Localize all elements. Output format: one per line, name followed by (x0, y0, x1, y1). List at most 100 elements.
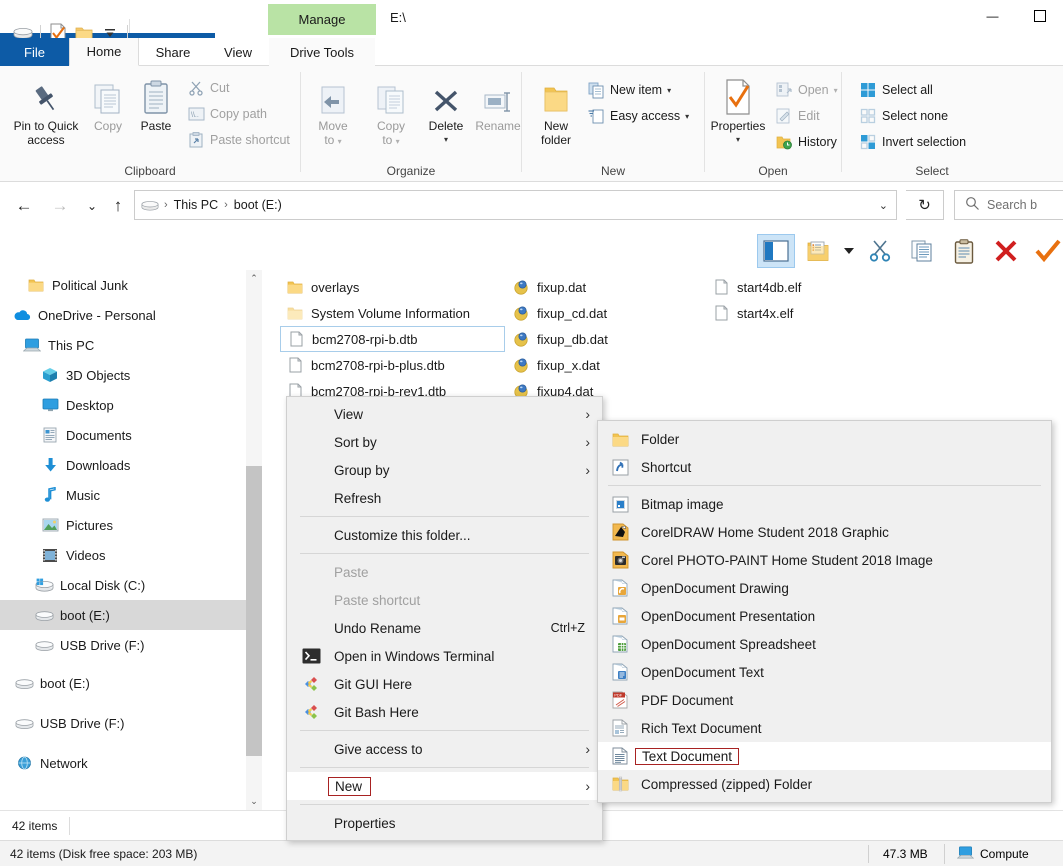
submenu-item-coreldraw-graphic[interactable]: CorelDRAW Home Student 2018 Graphic (598, 518, 1051, 546)
delete-caret-icon[interactable]: ▾ (444, 133, 448, 147)
ctx-item-view[interactable]: View › (287, 400, 602, 428)
cut-scissors-icon[interactable] (861, 234, 899, 268)
ctx-item-properties[interactable]: Properties (287, 809, 602, 837)
scroll-up-arrow-icon[interactable]: ⌃ (246, 270, 262, 287)
submenu-item-opendocument-spreadsheet[interactable]: OpenDocument Spreadsheet (598, 630, 1051, 658)
new-folder-button[interactable]: New folder (528, 74, 584, 147)
ctx-item-group-by[interactable]: Group by › (287, 456, 602, 484)
scrollbar-thumb[interactable] (246, 466, 262, 756)
file-item-fixup-cd-dat[interactable]: fixup_cd.dat (506, 300, 691, 326)
forward-button[interactable]: → (48, 194, 72, 218)
cut-button[interactable]: Cut (187, 77, 229, 99)
file-item-system-volume-information[interactable]: System Volume Information (280, 300, 505, 326)
breadcrumb-this-pc[interactable]: This PC (171, 198, 221, 212)
folder-options-icon[interactable] (799, 234, 837, 268)
file-item-bcm2708-rpi-b-dtb[interactable]: bcm2708-rpi-b.dtb (280, 326, 505, 352)
nav-item-this-pc[interactable]: This PC (0, 330, 246, 360)
easy-access-button[interactable]: Easy access ▾ (587, 105, 689, 127)
select-all-button[interactable]: Select all (859, 79, 933, 101)
navigation-pane-scrollbar[interactable]: ⌃ ⌄ (246, 270, 262, 810)
delete-button[interactable]: Delete ▾ (419, 74, 473, 147)
nav-item-music[interactable]: Music (0, 480, 246, 510)
ctx-item-sort-by[interactable]: Sort by › (287, 428, 602, 456)
file-item-fixup-dat[interactable]: fixup.dat (506, 274, 691, 300)
ctx-item-git-bash-here[interactable]: Git Bash Here (287, 698, 602, 726)
select-none-button[interactable]: Select none (859, 105, 948, 127)
submenu-item-opendocument-presentation[interactable]: OpenDocument Presentation (598, 602, 1051, 630)
tab-share[interactable]: Share (139, 38, 207, 66)
nav-item-downloads[interactable]: Downloads (0, 450, 246, 480)
move-to-caret-icon[interactable]: ▾ (338, 137, 342, 146)
file-item-overlays[interactable]: overlays (280, 274, 505, 300)
address-bar[interactable]: › This PC › boot (E:) ⌄ (134, 190, 897, 220)
up-button[interactable]: ↑ (106, 194, 130, 218)
breadcrumb-boot-e[interactable]: boot (E:) (231, 198, 285, 212)
nav-item-usb-drive-f-root[interactable]: USB Drive (F:) (0, 708, 246, 738)
submenu-item-bitmap-image[interactable]: Bitmap image (598, 490, 1051, 518)
scroll-down-arrow-icon[interactable]: ⌄ (246, 793, 262, 810)
search-box[interactable]: Search b (954, 190, 1063, 220)
submenu-item-opendocument-text[interactable]: OpenDocument Text (598, 658, 1051, 686)
submenu-item-rich-text-document[interactable]: Rich Text Document (598, 714, 1051, 742)
ctx-item-git-gui-here[interactable]: Git GUI Here (287, 670, 602, 698)
submenu-item-folder[interactable]: Folder (598, 425, 1051, 453)
tab-view[interactable]: View (207, 38, 269, 66)
file-item-fixup-x-dat[interactable]: fixup_x.dat (506, 352, 691, 378)
file-item-start4x-elf[interactable]: start4x.elf (706, 300, 886, 326)
tab-home[interactable]: Home (69, 38, 139, 66)
ctx-item-undo-rename[interactable]: Undo Rename Ctrl+Z (287, 614, 602, 642)
submenu-item-corel-photopaint-image[interactable]: Corel PHOTO-PAINT Home Student 2018 Imag… (598, 546, 1051, 574)
recent-locations-button[interactable]: ⌄ (80, 194, 104, 218)
ctx-item-paste-shortcut[interactable]: Paste shortcut (287, 586, 602, 614)
rename-button[interactable]: Rename (471, 74, 525, 133)
new-item-caret-icon[interactable]: ▾ (667, 86, 671, 95)
ctx-item-customize-this-folder[interactable]: Customize this folder... (287, 521, 602, 549)
submenu-item-opendocument-drawing[interactable]: OpenDocument Drawing (598, 574, 1051, 602)
ctx-item-give-access-to[interactable]: Give access to › (287, 735, 602, 763)
new-item-button[interactable]: New item ▾ (587, 79, 671, 101)
ctx-item-paste[interactable]: Paste (287, 558, 602, 586)
tab-drive-tools[interactable]: Drive Tools (269, 38, 375, 66)
nav-item-desktop[interactable]: Desktop (0, 390, 246, 420)
paste-button[interactable]: Paste (130, 74, 182, 133)
properties-button[interactable]: Properties ▾ (700, 74, 776, 147)
contextual-tab-manage[interactable]: Manage (268, 4, 376, 35)
file-item-fixup-db-dat[interactable]: fixup_db.dat (506, 326, 691, 352)
paste-clipboard-icon[interactable] (945, 234, 983, 268)
invert-selection-button[interactable]: Invert selection (859, 131, 966, 153)
ctx-item-refresh[interactable]: Refresh (287, 484, 602, 512)
refresh-button[interactable]: ↻ (906, 190, 944, 220)
edit-button[interactable]: Edit (775, 105, 820, 127)
confirm-orange-check-icon[interactable] (1029, 234, 1063, 268)
file-item-start4db-elf[interactable]: start4db.elf (706, 274, 886, 300)
nav-item-3d-objects[interactable]: 3D Objects (0, 360, 246, 390)
copy-to-caret-icon[interactable]: ▾ (396, 137, 400, 146)
paste-shortcut-button[interactable]: Paste shortcut (187, 129, 290, 151)
nav-item-usb-drive-f-child[interactable]: USB Drive (F:) (0, 630, 246, 660)
nav-item-boot-e-root[interactable]: boot (E:) (0, 668, 246, 698)
ctx-item-open-in-windows-terminal[interactable]: Open in Windows Terminal (287, 642, 602, 670)
nav-item-videos[interactable]: Videos (0, 540, 246, 570)
nav-item-documents[interactable]: Documents (0, 420, 246, 450)
ctx-item-new[interactable]: New › (287, 772, 602, 800)
nav-item-local-disk-c[interactable]: Local Disk (C:) (0, 570, 246, 600)
submenu-item-text-document[interactable]: Text Document (598, 742, 1051, 770)
nav-item-boot-e-child[interactable]: boot (E:) (0, 600, 246, 630)
context-menu[interactable]: View › Sort by › Group by › Refresh Cust… (286, 396, 603, 841)
submenu-item-pdf-document[interactable]: PDF PDF Document (598, 686, 1051, 714)
open-button[interactable]: Open ▾ (775, 79, 838, 101)
maximize-button[interactable] (1016, 0, 1063, 32)
delete-red-x-icon[interactable] (987, 234, 1025, 268)
back-button[interactable]: ← (12, 194, 36, 218)
new-submenu[interactable]: Folder Shortcut Bitmap image CorelDRAW H… (597, 420, 1052, 803)
pin-to-quick-access-button[interactable]: Pin to Quick access (8, 74, 84, 147)
easy-access-caret-icon[interactable]: ▾ (685, 112, 689, 121)
nav-item-political-junk[interactable]: Political Junk (0, 270, 246, 300)
minimize-button[interactable]: — (969, 0, 1016, 32)
submenu-item-compressed-zipped-folder[interactable]: Compressed (zipped) Folder (598, 770, 1051, 798)
open-caret-icon[interactable]: ▾ (834, 86, 838, 95)
history-button[interactable]: History (775, 131, 837, 153)
file-item-bcm2708-rpi-b-plus-dtb[interactable]: bcm2708-rpi-b-plus.dtb (280, 352, 505, 378)
copy-button[interactable]: Copy (84, 74, 132, 133)
folder-options-caret-icon[interactable] (841, 234, 857, 268)
